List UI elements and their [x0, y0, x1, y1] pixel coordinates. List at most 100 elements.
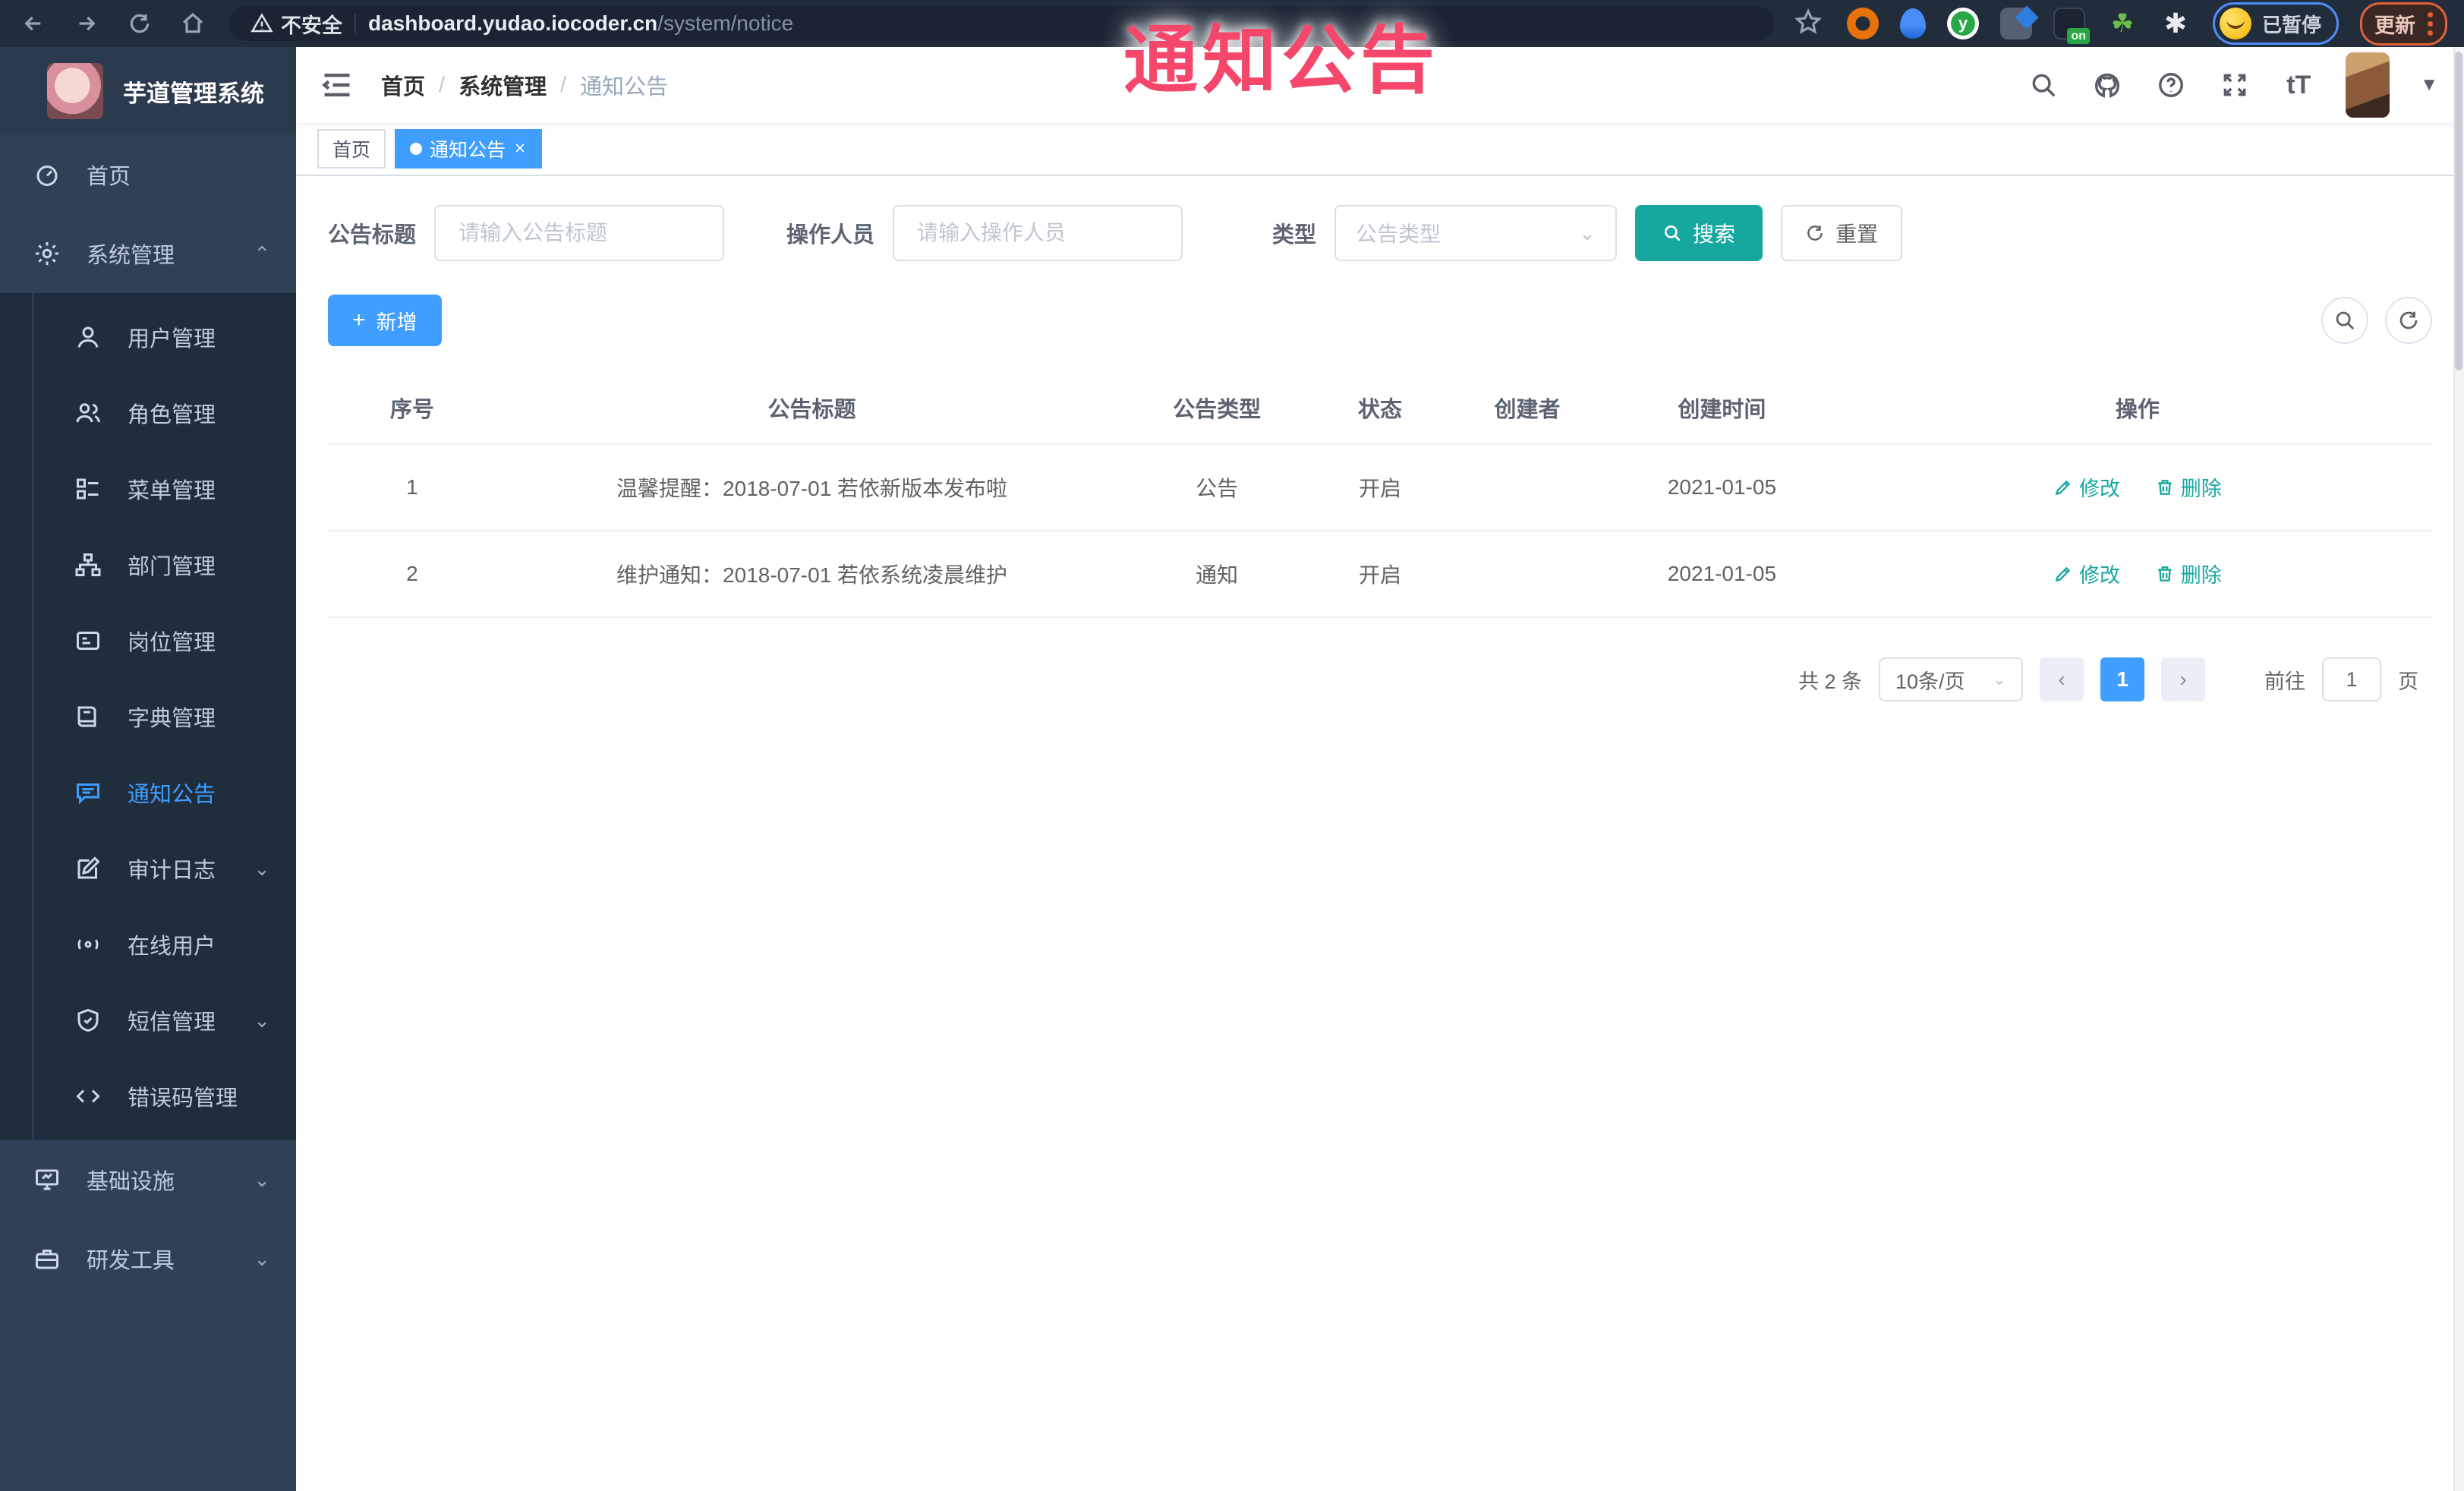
sidebar-item-home[interactable]: 首页: [0, 135, 296, 214]
sidebar-item-post-mgmt[interactable]: 岗位管理: [0, 603, 296, 679]
edit-row-button[interactable]: 修改: [2053, 472, 2120, 502]
goto-page-input[interactable]: [2322, 657, 2381, 701]
active-dot-icon: [410, 143, 423, 155]
org-tree-icon: [73, 550, 103, 580]
browser-menu-kebab-icon[interactable]: [2428, 11, 2433, 36]
sidebar-item-audit-log[interactable]: 审计日志 ⌄: [0, 831, 296, 906]
title-filter-input[interactable]: [434, 205, 725, 261]
refresh-table-button[interactable]: [2385, 297, 2432, 344]
message-bubble-icon: [73, 777, 103, 808]
github-icon[interactable]: [2091, 68, 2124, 102]
sidebar-item-dev-tools[interactable]: 研发工具 ⌄: [0, 1219, 296, 1298]
scrollbar-thumb[interactable]: [2455, 52, 2462, 370]
add-button[interactable]: + 新增: [328, 295, 442, 346]
sidebar-item-dept-mgmt[interactable]: 部门管理: [0, 527, 296, 603]
sidebar-item-errcode-mgmt[interactable]: 错误码管理: [0, 1058, 296, 1134]
tab-home[interactable]: 首页: [317, 129, 386, 169]
browser-scrollbar[interactable]: [2453, 47, 2464, 1491]
extensions-puzzle-icon[interactable]: ✱: [2160, 8, 2191, 39]
profile-paused-chip[interactable]: 已暂停: [2212, 2, 2339, 45]
sidebar-item-dict-mgmt[interactable]: 字典管理: [0, 679, 296, 755]
tags-view-bar: 首页 通知公告 ×: [296, 123, 2464, 176]
chevron-down-icon: ⌄: [254, 1008, 270, 1032]
emoji-avatar-icon: [2219, 8, 2251, 39]
search-icon: [2336, 311, 2355, 330]
pencil-icon: [2055, 566, 2071, 582]
sidebar-item-notice[interactable]: 通知公告: [0, 755, 296, 831]
search-button[interactable]: 搜索: [1635, 205, 1763, 261]
dashboard-icon: [32, 159, 62, 190]
current-page-button[interactable]: 1: [2100, 657, 2144, 701]
sidebar-item-menu-mgmt[interactable]: 菜单管理: [0, 451, 296, 527]
page-url: dashboard.yudao.iocoder.cn/system/notice: [368, 11, 794, 35]
users-icon: [73, 398, 103, 428]
browser-back-icon[interactable]: [17, 7, 50, 40]
col-status: 状态: [1306, 372, 1454, 445]
browser-home-icon[interactable]: [176, 7, 210, 40]
address-bar[interactable]: 不安全 dashboard.yudao.iocoder.cn/system/no…: [229, 6, 1774, 41]
sidebar-item-user-mgmt[interactable]: 用户管理: [0, 299, 296, 375]
extension-diamond-icon[interactable]: [1999, 8, 2032, 39]
table-header-row: 序号 公告标题 公告类型 状态 创建者 创建时间 操作: [328, 372, 2432, 445]
help-circle-icon[interactable]: [2154, 68, 2188, 102]
monitor-icon: [32, 1165, 62, 1195]
sidebar-item-online-users[interactable]: 在线用户: [0, 906, 296, 982]
chevron-down-icon: ⌄: [254, 1168, 270, 1191]
url-divider: [354, 14, 356, 33]
security-label: 不安全: [281, 14, 342, 37]
title-filter-label: 公告标题: [328, 223, 417, 247]
sidebar-item-role-mgmt[interactable]: 角色管理: [0, 375, 296, 451]
page-unit-label: 页: [2398, 670, 2418, 693]
close-tab-icon[interactable]: ×: [513, 140, 527, 158]
browser-update-button[interactable]: 更新: [2360, 2, 2447, 46]
page-size-select[interactable]: 10条/页 ⌄: [1879, 657, 2023, 701]
tree-list-icon: [73, 474, 103, 504]
delete-row-button[interactable]: 删除: [2155, 559, 2222, 588]
table-row: 1 温馨提醒：2018-07-01 若依新版本发布啦 公告 开启 2021-01…: [328, 444, 2432, 531]
sidebar-toggle-icon[interactable]: [319, 67, 355, 103]
fullscreen-icon[interactable]: [2218, 68, 2251, 102]
tab-notice-active[interactable]: 通知公告 ×: [395, 129, 543, 169]
search-form: 公告标题 操作人员 类型 公告类型 ⌄ 搜索 重置: [328, 205, 2432, 261]
extension-dark-icon[interactable]: on: [2053, 8, 2090, 44]
navbar-actions: tT ▼: [2027, 52, 2438, 118]
extension-blue-pin-icon[interactable]: [1899, 8, 1926, 39]
browser-chrome: 不安全 dashboard.yudao.iocoder.cn/system/no…: [0, 0, 2464, 47]
extension-on-badge: on: [2067, 27, 2090, 44]
total-count: 共 2 条: [1798, 670, 1862, 693]
edit-row-button[interactable]: 修改: [2053, 559, 2120, 588]
browser-reload-icon[interactable]: [123, 7, 156, 40]
type-filter-select[interactable]: 公告类型 ⌄: [1334, 205, 1618, 261]
bookmark-star-icon[interactable]: [1794, 8, 1826, 39]
extension-orange-icon[interactable]: [1846, 8, 1879, 39]
col-actions: 操作: [1842, 372, 2432, 445]
search-icon[interactable]: [2027, 68, 2060, 102]
extension-green-icon[interactable]: y: [1946, 8, 1979, 39]
reset-button[interactable]: 重置: [1781, 205, 1903, 261]
sidebar-item-infrastructure[interactable]: 基础设施 ⌄: [0, 1140, 296, 1219]
operator-filter-input[interactable]: [893, 205, 1183, 261]
sidebar-item-sms-mgmt[interactable]: 短信管理 ⌄: [0, 982, 296, 1058]
system-submenu: 用户管理 角色管理 菜单管理 部门管理 岗位管理 字典管理 通知公告 审计日志 …: [0, 293, 296, 1140]
breadcrumb-system[interactable]: 系统管理: [458, 69, 547, 101]
caret-down-icon[interactable]: ▼: [2420, 74, 2438, 96]
toggle-search-button[interactable]: [2321, 297, 2368, 344]
search-icon: [1665, 225, 1681, 241]
notice-table: 序号 公告标题 公告类型 状态 创建者 创建时间 操作 1 温馨提醒：2018-…: [328, 372, 2432, 618]
sidebar-item-system[interactable]: 系统管理 ⌃: [0, 214, 296, 293]
breadcrumb-home[interactable]: 首页: [381, 69, 425, 101]
refresh-icon: [2399, 311, 2418, 329]
browser-forward-icon[interactable]: [70, 7, 103, 40]
user-avatar[interactable]: [2346, 52, 2390, 118]
extension-sprout-icon[interactable]: ☘: [2106, 8, 2138, 39]
text-size-icon[interactable]: tT: [2282, 68, 2315, 102]
plus-icon: +: [352, 307, 366, 333]
next-page-button[interactable]: ›: [2161, 657, 2205, 701]
browser-extensions: y on ☘ ✱ 已暂停 更新: [1794, 2, 2447, 46]
trash-icon: [2158, 566, 2172, 582]
chevron-down-icon: ⌄: [1579, 221, 1596, 244]
prev-page-button[interactable]: ‹: [2040, 657, 2084, 701]
delete-row-button[interactable]: 删除: [2155, 472, 2222, 502]
paused-label: 已暂停: [2261, 13, 2321, 36]
col-created: 创建时间: [1601, 372, 1843, 445]
